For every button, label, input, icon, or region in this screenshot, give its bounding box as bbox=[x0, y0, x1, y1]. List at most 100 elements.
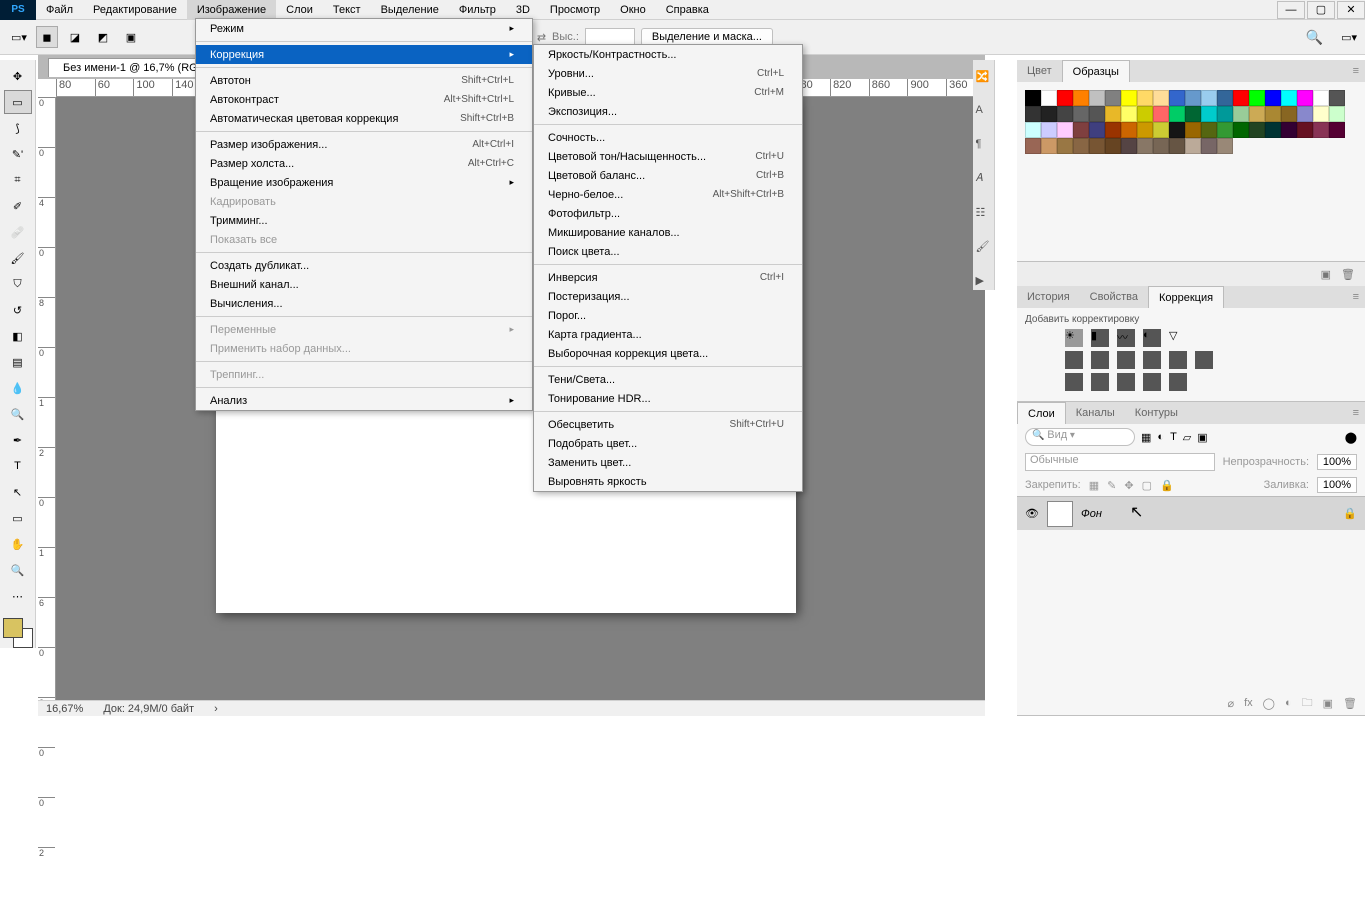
swatch[interactable] bbox=[1201, 106, 1217, 122]
swatch[interactable] bbox=[1153, 138, 1169, 154]
menubar-item-0[interactable]: Файл bbox=[36, 0, 83, 20]
swatch[interactable] bbox=[1281, 106, 1297, 122]
filter-smart-icon[interactable]: ▣ bbox=[1197, 431, 1207, 444]
dodge-tool[interactable]: 🔍 bbox=[4, 402, 32, 426]
swatch[interactable] bbox=[1185, 138, 1201, 154]
swatch[interactable] bbox=[1217, 90, 1233, 106]
menubar-item-1[interactable]: Редактирование bbox=[83, 0, 187, 20]
swatch[interactable] bbox=[1105, 122, 1121, 138]
filter-toggle[interactable]: ⬤ bbox=[1345, 431, 1357, 444]
swatch[interactable] bbox=[1137, 122, 1153, 138]
corr-menu-item-20[interactable]: Тонирование HDR... bbox=[534, 389, 802, 408]
corr-menu-item-13[interactable]: ИнверсияCtrl+I bbox=[534, 268, 802, 287]
swatch[interactable] bbox=[1169, 138, 1185, 154]
trash-icon[interactable]: 🗑 bbox=[1341, 268, 1355, 281]
lock-position-icon[interactable]: ✥ bbox=[1124, 479, 1133, 492]
swatch[interactable] bbox=[1185, 122, 1201, 138]
blur-tool[interactable]: 💧 bbox=[4, 376, 32, 400]
swatch[interactable] bbox=[1313, 106, 1329, 122]
close-button[interactable]: ✕ bbox=[1337, 1, 1365, 19]
swatch[interactable] bbox=[1217, 122, 1233, 138]
marquee-preset-icon[interactable]: ▭▾ bbox=[8, 26, 30, 48]
swatch[interactable] bbox=[1265, 122, 1281, 138]
swatch[interactable] bbox=[1041, 106, 1057, 122]
swatch[interactable] bbox=[1025, 138, 1041, 154]
layer-filter-select[interactable]: 🔍 Вид ▾ bbox=[1025, 428, 1135, 446]
visibility-toggle-icon[interactable]: 👁 bbox=[1025, 507, 1039, 520]
selective-icon[interactable] bbox=[1169, 373, 1187, 391]
swatch[interactable] bbox=[1217, 138, 1233, 154]
menubar-item-8[interactable]: Просмотр bbox=[540, 0, 610, 20]
swatch[interactable] bbox=[1073, 138, 1089, 154]
menubar-item-7[interactable]: 3D bbox=[506, 0, 540, 20]
swatch[interactable] bbox=[1121, 138, 1137, 154]
swatch[interactable] bbox=[1153, 90, 1169, 106]
swatch[interactable] bbox=[1265, 106, 1281, 122]
layer-thumbnail[interactable] bbox=[1047, 501, 1073, 527]
corr-menu-item-2[interactable]: Кривые...Ctrl+M bbox=[534, 83, 802, 102]
image-menu-item-9[interactable]: Размер холста...Alt+Ctrl+C bbox=[196, 154, 532, 173]
zoom-tool[interactable]: 🔍 bbox=[4, 558, 32, 582]
swatch[interactable] bbox=[1281, 90, 1297, 106]
image-menu-item-12[interactable]: Тримминг... bbox=[196, 211, 532, 230]
sliders-icon[interactable]: ☷ bbox=[976, 206, 992, 222]
swatch[interactable] bbox=[1185, 106, 1201, 122]
swatch[interactable] bbox=[1041, 138, 1057, 154]
swatch[interactable] bbox=[1025, 90, 1041, 106]
swatch[interactable] bbox=[1073, 90, 1089, 106]
swatch[interactable] bbox=[1329, 106, 1345, 122]
vibrance-icon[interactable]: ▽ bbox=[1169, 329, 1187, 347]
image-menu-item-4[interactable]: АвтотонShift+Ctrl+L bbox=[196, 71, 532, 90]
layer-name[interactable]: Фон bbox=[1081, 508, 1102, 520]
gradient-map-icon[interactable] bbox=[1143, 373, 1161, 391]
swatch[interactable] bbox=[1089, 106, 1105, 122]
swatch[interactable] bbox=[1057, 106, 1073, 122]
swatch[interactable] bbox=[1201, 122, 1217, 138]
corr-menu-item-22[interactable]: ОбесцветитьShift+Ctrl+U bbox=[534, 415, 802, 434]
corr-menu-item-7[interactable]: Цветовой баланс...Ctrl+B bbox=[534, 166, 802, 185]
edit-toolbar[interactable]: ⋯ bbox=[4, 584, 32, 608]
swatch[interactable] bbox=[1265, 90, 1281, 106]
layer-row[interactable]: 👁 Фон 🔒 bbox=[1017, 496, 1365, 530]
corr-menu-item-10[interactable]: Микширование каналов... bbox=[534, 223, 802, 242]
corr-menu-item-6[interactable]: Цветовой тон/Насыщенность...Ctrl+U bbox=[534, 147, 802, 166]
corr-menu-item-3[interactable]: Экспозиция... bbox=[534, 102, 802, 121]
paragraph-icon[interactable]: ¶ bbox=[976, 138, 992, 154]
swatch[interactable] bbox=[1105, 106, 1121, 122]
menubar-item-3[interactable]: Слои bbox=[276, 0, 323, 20]
type-tool[interactable]: T bbox=[4, 454, 32, 478]
hue-icon[interactable] bbox=[1065, 351, 1083, 369]
balance-icon[interactable] bbox=[1091, 351, 1109, 369]
tab-channels[interactable]: Каналы bbox=[1066, 402, 1125, 424]
swatch[interactable] bbox=[1313, 122, 1329, 138]
fill-input[interactable] bbox=[1317, 477, 1357, 493]
crop-tool[interactable]: ⌗ bbox=[4, 168, 32, 192]
wand-tool[interactable]: ✎' bbox=[4, 142, 32, 166]
swatch[interactable] bbox=[1169, 90, 1185, 106]
swatch[interactable] bbox=[1073, 122, 1089, 138]
menubar-item-10[interactable]: Справка bbox=[656, 0, 719, 20]
lasso-tool[interactable]: ⟆ bbox=[4, 116, 32, 140]
corr-menu-item-9[interactable]: Фотофильтр... bbox=[534, 204, 802, 223]
blend-mode-select[interactable]: Обычные bbox=[1025, 453, 1215, 471]
menubar-item-2[interactable]: Изображение bbox=[187, 0, 276, 20]
swatch[interactable] bbox=[1041, 122, 1057, 138]
image-menu-item-2[interactable]: Коррекция bbox=[196, 45, 532, 64]
minimize-button[interactable]: — bbox=[1277, 1, 1305, 19]
swatch[interactable] bbox=[1025, 122, 1041, 138]
brightness-icon[interactable]: ☀ bbox=[1065, 329, 1083, 347]
opacity-input[interactable] bbox=[1317, 454, 1357, 470]
swatch[interactable] bbox=[1169, 106, 1185, 122]
image-menu-item-10[interactable]: Вращение изображения bbox=[196, 173, 532, 192]
swatch[interactable] bbox=[1121, 106, 1137, 122]
link-layers-icon[interactable]: ⌀ bbox=[1227, 697, 1234, 710]
lock-artboard-icon[interactable]: ▢ bbox=[1142, 479, 1152, 492]
tab-layers[interactable]: Слои bbox=[1017, 402, 1066, 424]
filter-pixel-icon[interactable]: ▦ bbox=[1141, 431, 1151, 444]
glyph-icon[interactable]: 𝐴 bbox=[976, 172, 992, 188]
tab-color[interactable]: Цвет bbox=[1017, 60, 1062, 82]
swatch[interactable] bbox=[1169, 122, 1185, 138]
workspace-icon[interactable]: ▭▾ bbox=[1341, 31, 1357, 44]
swatch[interactable] bbox=[1233, 90, 1249, 106]
swatch[interactable] bbox=[1025, 106, 1041, 122]
